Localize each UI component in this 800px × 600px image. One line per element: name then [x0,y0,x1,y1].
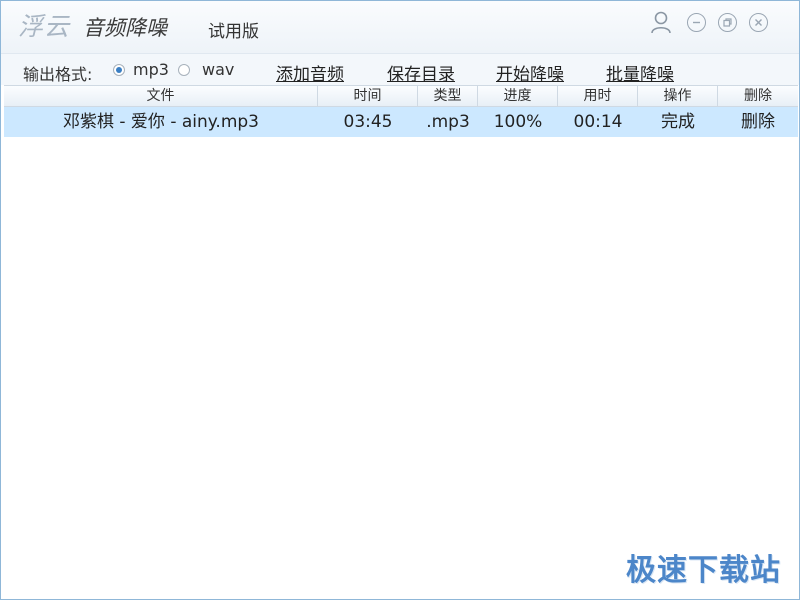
column-header-elapsed[interactable]: 用时 [558,86,638,106]
column-header-time[interactable]: 时间 [318,86,418,106]
cell-status: 完成 [661,112,695,132]
output-format-label: 输出格式: [23,65,93,84]
format-radio-mp3[interactable] [113,64,125,76]
watermark: 极速下载站 [626,553,781,588]
user-icon[interactable] [650,11,672,35]
cell-progress: 100% [493,112,543,132]
table-header: 文件 时间 类型 进度 用时 操作 删除 [4,85,798,107]
edition-label: 试用版 [208,22,259,42]
batch-denoise-button[interactable]: 批量降噪 [606,60,674,85]
close-icon[interactable] [749,13,768,32]
column-header-type[interactable]: 类型 [418,86,478,106]
app-window: 浮云 音频降噪 试用版 输出格式: mp3 wav 添加音频 保存目录 开始降噪… [0,0,800,600]
app-logo-brand: 浮云 [18,12,71,41]
title-bar: 浮云 音频降噪 试用版 [1,1,799,53]
column-header-delete[interactable]: 删除 [718,86,798,106]
column-header-action[interactable]: 操作 [638,86,718,106]
minimize-icon[interactable] [687,13,706,32]
save-directory-button[interactable]: 保存目录 [387,60,455,85]
file-table: 文件 时间 类型 进度 用时 操作 删除 邓紫棋 - 爱你 - ainy.mp3… [4,85,798,137]
cell-elapsed: 00:14 [573,112,623,132]
restore-icon[interactable] [718,13,737,32]
add-audio-button[interactable]: 添加音频 [276,60,344,85]
toolbar: 输出格式: mp3 wav 添加音频 保存目录 开始降噪 批量降噪 [1,53,799,85]
row-delete-button[interactable]: 删除 [718,107,798,137]
cell-file-name: 邓紫棋 - 爱你 - ainy.mp3 [62,112,259,132]
start-denoise-button[interactable]: 开始降噪 [496,60,564,85]
column-header-file[interactable]: 文件 [4,86,318,106]
format-label-wav[interactable]: wav [202,60,234,79]
cell-duration: 03:45 [343,112,393,132]
table-row[interactable]: 邓紫棋 - 爱你 - ainy.mp3 03:45 .mp3 100% 00:1… [4,107,798,137]
app-title: 音频降噪 [83,16,167,40]
column-header-progress[interactable]: 进度 [478,86,558,106]
format-radio-wav[interactable] [178,64,190,76]
format-label-mp3[interactable]: mp3 [133,60,169,79]
cell-type: .mp3 [426,112,470,132]
